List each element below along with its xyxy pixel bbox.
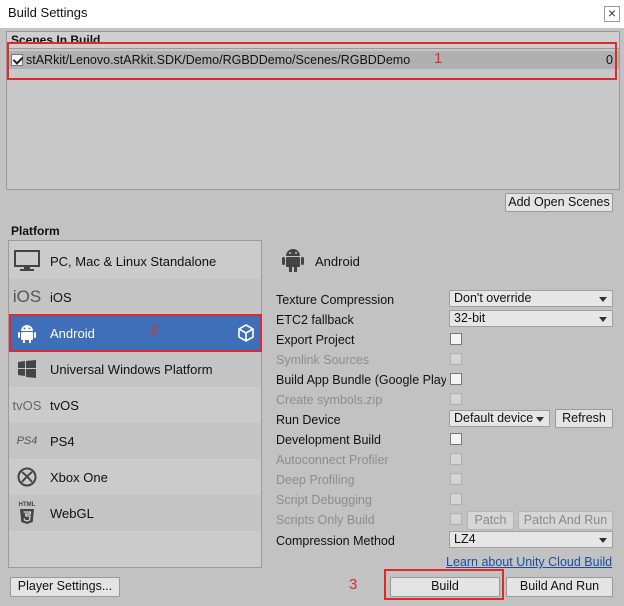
- texture-compression-label: Texture Compression: [276, 293, 395, 307]
- run-device-label: Run Device: [276, 413, 341, 427]
- texture-compression-dropdown[interactable]: Don't override: [449, 290, 613, 307]
- android-header-icon: [282, 245, 304, 276]
- tvos-icon: tvOS: [12, 397, 42, 413]
- ps4-icon: PS4: [16, 435, 38, 447]
- build-and-run-button[interactable]: Build And Run: [506, 577, 613, 597]
- patch-button[interactable]: Patch: [467, 511, 514, 530]
- export-project-label: Export Project: [276, 333, 355, 347]
- ios-icon: iOS: [12, 287, 42, 306]
- annotation-number-3: 3: [349, 576, 358, 593]
- platform-list: PC, Mac & Linux Standalone iOS iOS Andro…: [8, 240, 262, 568]
- player-settings-button[interactable]: Player Settings...: [10, 577, 120, 597]
- annotation-box-3: [384, 569, 504, 600]
- run-device-dropdown[interactable]: Default device: [449, 410, 550, 427]
- scripts-only-build-label: Scripts Only Build: [276, 513, 375, 527]
- close-button[interactable]: ×: [604, 6, 620, 22]
- xbox-icon: [13, 466, 41, 488]
- deep-profiling-label: Deep Profiling: [276, 473, 355, 487]
- patch-and-run-button[interactable]: Patch And Run: [518, 511, 613, 530]
- platform-item-label: WebGL: [50, 506, 94, 521]
- build-app-bundle-checkbox[interactable]: [450, 373, 462, 385]
- deep-profiling-checkbox[interactable]: [450, 473, 462, 485]
- symlink-sources-label: Symlink Sources: [276, 353, 370, 367]
- window-title: Build Settings: [8, 5, 88, 20]
- autoconnect-profiler-checkbox[interactable]: [450, 453, 462, 465]
- scripts-only-build-checkbox[interactable]: [450, 513, 462, 525]
- autoconnect-profiler-label: Autoconnect Profiler: [276, 453, 389, 467]
- platform-item-uwp[interactable]: Universal Windows Platform: [9, 351, 261, 387]
- windows-icon: [13, 358, 41, 380]
- platform-item-ios[interactable]: iOS iOS: [9, 279, 261, 315]
- platform-item-tvos[interactable]: tvOS tvOS: [9, 387, 261, 423]
- create-symbols-zip-label: Create symbols.zip: [276, 393, 383, 407]
- title-bar: Build Settings ×: [0, 0, 624, 28]
- platform-item-label: iOS: [50, 290, 72, 305]
- cloud-build-link[interactable]: Learn about Unity Cloud Build: [446, 555, 612, 569]
- platform-settings-title: Android: [315, 254, 360, 269]
- annotation-box-1: [7, 42, 617, 80]
- build-app-bundle-label: Build App Bundle (Google Play): [276, 373, 446, 387]
- platform-label: Platform: [11, 224, 60, 238]
- platform-item-standalone[interactable]: PC, Mac & Linux Standalone: [9, 243, 261, 279]
- script-debugging-checkbox[interactable]: [450, 493, 462, 505]
- compression-method-label: Compression Method: [276, 534, 395, 548]
- create-symbols-zip-checkbox[interactable]: [450, 393, 462, 405]
- symlink-sources-checkbox[interactable]: [450, 353, 462, 365]
- html5-icon-text: HTML: [18, 502, 36, 508]
- monitor-icon: [13, 250, 41, 272]
- etc2-fallback-dropdown[interactable]: 32-bit: [449, 310, 613, 327]
- annotation-number-1: 1: [434, 50, 443, 67]
- compression-method-dropdown[interactable]: LZ4: [449, 531, 613, 548]
- platform-item-webgl[interactable]: HTML WebGL: [9, 495, 261, 531]
- platform-item-ps4[interactable]: PS4 PS4: [9, 423, 261, 459]
- annotation-number-2: 2: [150, 322, 159, 339]
- export-project-checkbox[interactable]: [450, 333, 462, 345]
- platform-item-label: tvOS: [50, 398, 79, 413]
- close-icon[interactable]: ×: [608, 5, 616, 21]
- refresh-button[interactable]: Refresh: [555, 409, 613, 428]
- html5-icon: HTML: [13, 502, 41, 524]
- platform-item-xbox-one[interactable]: Xbox One: [9, 459, 261, 495]
- etc2-fallback-label: ETC2 fallback: [276, 313, 354, 327]
- annotation-box-2: [9, 314, 262, 352]
- script-debugging-label: Script Debugging: [276, 493, 372, 507]
- development-build-checkbox[interactable]: [450, 433, 462, 445]
- platform-item-label: Universal Windows Platform: [50, 362, 213, 377]
- add-open-scenes-button[interactable]: Add Open Scenes: [505, 193, 613, 212]
- platform-item-label: PC, Mac & Linux Standalone: [50, 254, 217, 269]
- development-build-label: Development Build: [276, 433, 381, 447]
- platform-item-label: Xbox One: [50, 470, 108, 485]
- platform-item-label: PS4: [50, 434, 75, 449]
